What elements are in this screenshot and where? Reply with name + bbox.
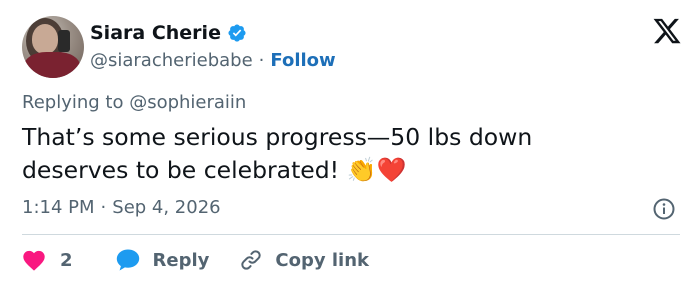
x-logo-icon[interactable] <box>652 16 682 46</box>
speech-bubble-icon <box>116 249 139 271</box>
follow-button[interactable]: Follow <box>270 50 335 71</box>
replying-to[interactable]: Replying to @sophieraiin <box>22 92 246 113</box>
avatar[interactable] <box>22 16 84 78</box>
action-bar: 2 Reply Copy link <box>22 246 369 274</box>
author-handle-row: @siaracheriebabe · Follow <box>90 48 336 72</box>
timestamp[interactable]: 1:14 PM · Sep 4, 2026 <box>22 197 221 218</box>
clap-heart-emoji: 👏❤️ <box>346 156 407 184</box>
reply-label: Reply <box>152 249 210 271</box>
author-name-row: Siara Cherie <box>90 20 247 46</box>
tweet-text-line-1: That’s some serious progress—50 lbs down <box>22 123 533 151</box>
copy-link-button[interactable]: Copy link <box>239 248 369 272</box>
tweet-date: Sep 4, 2026 <box>112 197 221 218</box>
tweet-text-line-2: deserves to be celebrated! 👏❤️ <box>22 154 662 187</box>
info-icon[interactable] <box>652 197 676 221</box>
author-name[interactable]: Siara Cherie <box>90 22 221 44</box>
reply-button[interactable]: Reply <box>115 248 210 272</box>
divider <box>22 234 680 235</box>
like-button[interactable]: 2 <box>22 249 73 271</box>
tweet-time: 1:14 PM <box>22 197 95 218</box>
author-handle[interactable]: @siaracheriebabe <box>90 50 253 71</box>
tweet-text: That’s some serious progress—50 lbs down… <box>22 121 662 187</box>
tweet-header: Siara Cherie @siaracheriebabe · Follow <box>22 16 682 78</box>
like-count: 2 <box>60 249 73 271</box>
copy-link-label: Copy link <box>275 249 369 271</box>
tweet-text-line-2-text: deserves to be celebrated! <box>22 156 340 184</box>
verified-badge-icon <box>228 24 246 42</box>
heart-icon <box>23 250 45 271</box>
separator: · <box>258 49 265 71</box>
link-icon <box>241 250 262 270</box>
timestamp-separator: · <box>100 197 107 218</box>
